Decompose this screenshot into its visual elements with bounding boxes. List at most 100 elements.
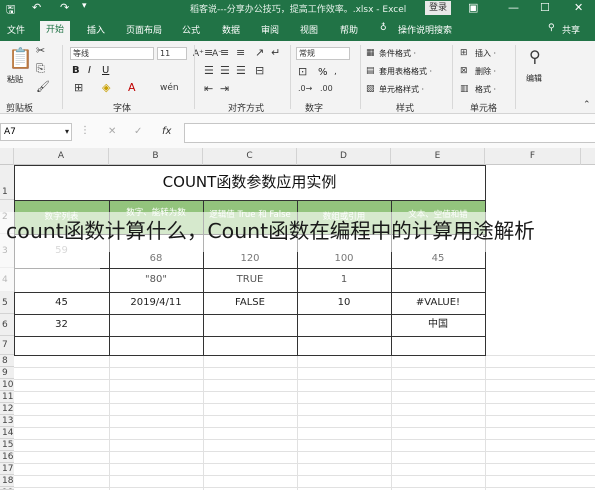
increase-indent-icon[interactable]: ⇥	[220, 83, 229, 95]
cell-d6[interactable]	[297, 314, 391, 336]
column-header-e[interactable]: E	[391, 148, 485, 165]
cell-d5[interactable]: 10	[297, 292, 391, 314]
insert-cells-button[interactable]: 插入 ·	[475, 48, 496, 59]
row-header-11[interactable]: 11	[0, 391, 14, 403]
collapse-ribbon-icon[interactable]: ⌃	[583, 99, 591, 111]
tab-page-layout[interactable]: 页面布局	[126, 23, 162, 36]
tab-help[interactable]: 帮助	[340, 23, 358, 36]
tab-insert[interactable]: 插入	[87, 23, 105, 36]
cell-a3[interactable]: 59	[14, 234, 109, 268]
cell-e6[interactable]: 中国	[391, 314, 485, 336]
cell-e5[interactable]: #VALUE!	[391, 292, 485, 314]
tab-view[interactable]: 视图	[300, 23, 318, 36]
sheet-title-cell[interactable]: COUNT函数参数应用实例	[14, 165, 485, 200]
tell-me-search[interactable]: 操作说明搜索	[398, 23, 452, 36]
cell-a6[interactable]: 32	[14, 314, 109, 336]
formula-input[interactable]	[184, 123, 595, 143]
column-header-a[interactable]: A	[14, 148, 109, 165]
decrease-decimal-icon[interactable]: .00	[320, 83, 333, 95]
tab-file[interactable]: 文件	[7, 23, 25, 36]
tab-data[interactable]: 数据	[222, 23, 240, 36]
cell-b3[interactable]: 68	[109, 234, 203, 268]
row-header-7[interactable]: 7	[0, 336, 14, 355]
cell-c6[interactable]	[203, 314, 297, 336]
align-middle-icon[interactable]: ≡	[220, 47, 229, 59]
italic-button[interactable]: I	[88, 65, 91, 76]
cell-a2[interactable]: 数字列表	[14, 200, 109, 234]
tab-review[interactable]: 审阅	[261, 23, 279, 36]
row-header-9[interactable]: 9	[0, 367, 14, 379]
cell-b5[interactable]: 2019/4/11	[109, 292, 203, 314]
row-header-8[interactable]: 8	[0, 355, 14, 367]
share-icon[interactable]: ⚲	[548, 23, 555, 33]
find-select-icon[interactable]: ⚲	[529, 49, 541, 65]
ribbon-display-options-icon[interactable]: ▣	[468, 1, 478, 14]
cell-e2[interactable]: 文本、空值和错	[391, 200, 485, 234]
cell-c5[interactable]: FALSE	[203, 292, 297, 314]
cell-c2[interactable]: 逻辑值 True 和 False	[203, 200, 297, 234]
cell-e4[interactable]	[391, 268, 485, 292]
paste-button-label[interactable]: 粘贴	[7, 74, 23, 85]
name-box-dropdown-icon[interactable]: ▾	[65, 127, 69, 136]
align-top-icon[interactable]: ≡	[204, 47, 213, 59]
row-header-4[interactable]: 4	[0, 268, 14, 292]
borders-icon[interactable]: ⊞	[74, 82, 83, 94]
cancel-entry-icon[interactable]: ✕	[108, 126, 116, 137]
accounting-format-icon[interactable]: ⊡	[298, 66, 307, 78]
orientation-icon[interactable]: ↗	[255, 47, 264, 59]
column-header-f[interactable]: F	[485, 148, 581, 165]
undo-icon[interactable]: ↶	[32, 1, 41, 14]
customize-quick-access-icon[interactable]: ▾	[82, 1, 87, 11]
share-button[interactable]: 共享	[562, 23, 580, 36]
close-icon[interactable]: ✕	[574, 1, 583, 14]
name-box[interactable]: A7	[0, 123, 72, 141]
row-header-5[interactable]: 5	[0, 292, 14, 314]
row-header-13[interactable]: 13	[0, 415, 14, 427]
confirm-entry-icon[interactable]: ✓	[134, 126, 142, 137]
cell-d2[interactable]: 数组或引用	[297, 200, 391, 234]
increase-decimal-icon[interactable]: .0→	[298, 83, 312, 95]
align-bottom-icon[interactable]: ≡	[236, 47, 245, 59]
copy-icon[interactable]: ⎘	[36, 63, 45, 75]
font-name-select[interactable]: 等线	[70, 47, 154, 60]
maximize-icon[interactable]: ☐	[540, 1, 550, 14]
number-format-select[interactable]: 常规	[296, 47, 350, 60]
row-header-16[interactable]: 16	[0, 451, 14, 463]
cell-a5[interactable]: 45	[14, 292, 109, 314]
format-painter-icon[interactable]: 🖌	[36, 81, 50, 93]
cell-e3[interactable]: 45	[391, 234, 485, 268]
column-header-c[interactable]: C	[203, 148, 297, 165]
column-header-d[interactable]: D	[297, 148, 391, 165]
wrap-text-icon[interactable]: ↵	[271, 47, 280, 59]
fill-color-icon[interactable]: ◈	[102, 82, 110, 94]
format-as-table-button[interactable]: 套用表格格式 ·	[379, 66, 432, 77]
formula-bar-resize-icon[interactable]: ⋮	[80, 125, 90, 136]
font-color-icon[interactable]: A	[128, 82, 136, 94]
insert-function-button[interactable]: fx	[162, 126, 171, 137]
redo-icon[interactable]: ↷	[60, 1, 69, 14]
comma-style-icon[interactable]: ,	[334, 66, 337, 78]
row-header-17[interactable]: 17	[0, 463, 14, 475]
cell-d4[interactable]: 1	[297, 268, 391, 292]
phonetic-icon[interactable]: wén	[160, 82, 179, 94]
row-header-1[interactable]: 1	[0, 165, 14, 200]
editing-button[interactable]: 编辑	[526, 73, 542, 84]
cell-a4[interactable]	[14, 268, 109, 292]
row-header-14[interactable]: 14	[0, 427, 14, 439]
decrease-indent-icon[interactable]: ⇤	[204, 83, 213, 95]
select-all-corner[interactable]	[0, 148, 14, 165]
tab-home[interactable]: 开始	[40, 21, 71, 41]
row-header-12[interactable]: 12	[0, 403, 14, 415]
row-header-18[interactable]: 18	[0, 475, 14, 487]
delete-cells-button[interactable]: 删除 ·	[475, 66, 496, 77]
row-header-2[interactable]: 2	[0, 200, 14, 234]
bold-button[interactable]: B	[72, 65, 80, 76]
save-icon[interactable]: 🖫	[6, 1, 15, 20]
row-header-10[interactable]: 10	[0, 379, 14, 391]
cut-icon[interactable]: ✂	[36, 45, 45, 57]
align-center-icon[interactable]: ☰	[220, 65, 230, 77]
percent-button[interactable]: %	[318, 67, 328, 78]
cell-b4[interactable]: "80"	[109, 268, 203, 292]
merge-center-icon[interactable]: ⊟	[255, 65, 264, 77]
cell-b6[interactable]	[109, 314, 203, 336]
